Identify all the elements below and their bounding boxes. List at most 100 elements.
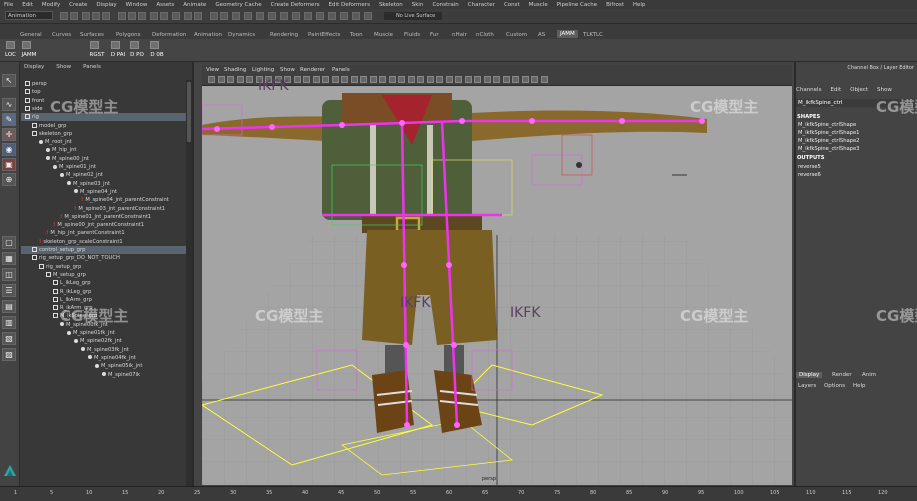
status-tool-icon[interactable] — [292, 12, 300, 20]
viewport-tool-icon[interactable] — [217, 76, 225, 83]
outliner-row[interactable]: ! M_spine01_jnt_parentConstraint1 — [21, 213, 191, 221]
viewport-tool-icon[interactable] — [531, 76, 538, 83]
shelf-tab[interactable]: nHair — [452, 32, 467, 38]
viewport-tool-icon[interactable] — [360, 76, 367, 83]
shelf-button[interactable]: D PAI — [108, 40, 128, 58]
status-tool-icon[interactable] — [82, 12, 90, 20]
outliner-row[interactable]: M_hip_jnt — [21, 146, 191, 154]
viewport-tool-icon[interactable] — [398, 76, 405, 83]
shelf-button[interactable]: RGST — [87, 40, 107, 58]
shelf-tab[interactable]: General — [20, 32, 42, 38]
viewport-tool-icon[interactable] — [369, 76, 377, 83]
viewport-tool-icon[interactable] — [483, 76, 491, 83]
viewport-tool-icon[interactable] — [426, 76, 434, 83]
menu-item[interactable]: Skin — [412, 2, 424, 8]
status-tool-icon[interactable] — [232, 12, 240, 20]
live-surface-field[interactable]: No Live Surface — [384, 12, 442, 20]
outliner-row[interactable]: rig_setup_grp — [21, 263, 191, 271]
viewport-tool-icon[interactable] — [445, 76, 453, 83]
viewport-menu-item[interactable]: Renderer — [300, 67, 325, 73]
viewport-tool-icon[interactable] — [464, 76, 472, 83]
viewport-tool-icon[interactable] — [521, 76, 529, 83]
layout-persp-graph-icon[interactable]: ▥ — [2, 316, 16, 329]
shelf-tab[interactable]: nCloth — [476, 32, 494, 38]
status-tool-icon[interactable] — [128, 12, 136, 20]
status-tool-icon[interactable] — [340, 12, 348, 20]
viewport-tool-icon[interactable] — [312, 76, 320, 83]
outliner-row[interactable]: M_spine04fk_jnt — [21, 354, 191, 362]
channel-box-menu-item[interactable]: Object — [850, 87, 868, 93]
rotate-tool-icon[interactable]: ◉ — [2, 143, 16, 156]
layer-menu-help[interactable]: Help — [853, 383, 866, 389]
menu-item[interactable]: Pipeline Cache — [557, 2, 597, 8]
layout-custom-icon[interactable]: ▨ — [2, 348, 16, 361]
outliner-row[interactable]: M_spine02fk_jnt — [21, 337, 191, 345]
shelf-button[interactable]: JAMM — [19, 40, 39, 58]
status-tool-icon[interactable] — [172, 12, 180, 20]
status-tool-icon[interactable] — [160, 12, 168, 20]
status-tool-icon[interactable] — [138, 12, 146, 20]
viewport-tool-icon[interactable] — [388, 76, 396, 83]
layout-single-icon[interactable]: ▢ — [2, 236, 16, 249]
status-tool-icon[interactable] — [102, 12, 110, 20]
layout-graph-icon[interactable]: ▤ — [2, 300, 16, 313]
outliner-row[interactable]: M_spine00_jnt — [21, 155, 191, 163]
shelf-tab[interactable]: AS — [538, 32, 545, 38]
shelf-tab[interactable]: Curves — [52, 32, 71, 38]
status-tool-icon[interactable] — [70, 12, 78, 20]
outliner-row[interactable]: R_ikLeg_grp — [21, 288, 191, 296]
output-item[interactable]: reverse6 — [798, 172, 821, 178]
outliner-menu-item[interactable]: Panels — [83, 64, 101, 70]
outliner-row[interactable]: ! M_hip_jnt_parentConstraint1 — [21, 229, 191, 237]
viewport-tool-icon[interactable] — [341, 76, 348, 83]
layer-menu-layers[interactable]: Layers — [798, 383, 816, 389]
outliner-row[interactable]: M_root_jnt — [21, 138, 191, 146]
outliner-menu-item[interactable]: Show — [56, 64, 71, 70]
outliner-row[interactable]: M_spine05ik_jnt — [21, 362, 191, 370]
shelf-tab[interactable]: Fluids — [404, 32, 420, 38]
viewport-tool-icon[interactable] — [208, 76, 215, 83]
outliner-row[interactable]: M_spine03_jnt — [21, 180, 191, 188]
viewport-menu-item[interactable]: Panels — [332, 67, 350, 73]
channel-box-menu-item[interactable]: Channels — [796, 87, 821, 93]
outliner-row[interactable]: control_setup_grp — [21, 246, 191, 254]
menu-item[interactable]: Muscle — [529, 2, 548, 8]
paint-select-icon[interactable]: ✎ — [2, 113, 16, 126]
shelf-button[interactable]: D PO — [127, 40, 147, 58]
viewport-tool-icon[interactable] — [303, 76, 310, 83]
outliner-scroll-thumb[interactable] — [187, 82, 191, 142]
status-tool-icon[interactable] — [364, 12, 372, 20]
outliner-row[interactable]: M_spine03fk_jnt — [21, 346, 191, 354]
menu-item[interactable]: Display — [96, 2, 116, 8]
status-tool-icon[interactable] — [280, 12, 288, 20]
status-tool-icon[interactable] — [184, 12, 192, 20]
status-tool-icon[interactable] — [256, 12, 264, 20]
viewport-menu-item[interactable]: Lighting — [252, 67, 274, 73]
status-tool-icon[interactable] — [268, 12, 276, 20]
menu-item[interactable]: Create — [69, 2, 87, 8]
menu-item[interactable]: Geometry Cache — [215, 2, 261, 8]
shelf-tab[interactable]: Toon — [350, 32, 363, 38]
outliner-row[interactable]: M_spine01fk_jnt — [21, 329, 191, 337]
status-tool-icon[interactable] — [92, 12, 100, 20]
outliner-row[interactable]: ! M_spine00_jnt_parentConstraint1 — [21, 221, 191, 229]
shelf-tab[interactable]: Muscle — [374, 32, 393, 38]
menu-item[interactable]: File — [4, 2, 13, 8]
outliner-row[interactable]: model_grp — [21, 122, 191, 130]
viewport-tool-icon[interactable] — [474, 76, 481, 83]
shape-item[interactable]: M_ikfkSpine_ctrlShape — [798, 122, 856, 128]
status-tool-icon[interactable] — [304, 12, 312, 20]
shelf-tab[interactable]: Custom — [506, 32, 527, 38]
shelf-tab[interactable]: Deformation — [152, 32, 186, 38]
status-tool-icon[interactable] — [150, 12, 158, 20]
layout-outliner-icon[interactable]: ☰ — [2, 284, 16, 297]
shape-item[interactable]: M_ikfkSpine_ctrlShape2 — [798, 138, 859, 144]
status-tool-icon[interactable] — [220, 12, 228, 20]
viewport-menu-item[interactable]: Show — [280, 67, 295, 73]
shelf-tab[interactable]: Dynamics — [228, 32, 255, 38]
menu-item[interactable]: Window — [126, 2, 148, 8]
menu-item[interactable]: Edit — [22, 2, 33, 8]
shelf-button[interactable]: LOC — [3, 40, 18, 58]
outliner-row[interactable]: ! skeleton_grp_scaleConstraint1 — [21, 238, 191, 246]
menu-item[interactable]: Help — [633, 2, 646, 8]
